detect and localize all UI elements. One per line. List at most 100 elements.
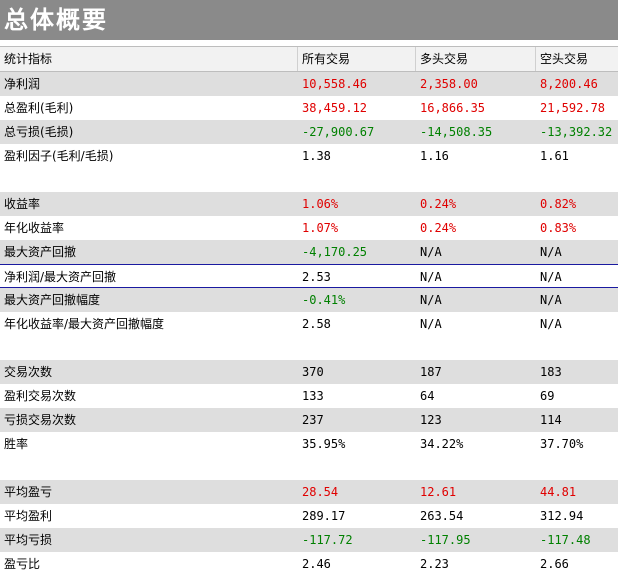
row-value-short: 21,592.78	[540, 101, 606, 115]
row-value-all: 35.95%	[302, 437, 346, 451]
row-label	[0, 336, 298, 360]
row-value-all	[298, 168, 416, 192]
row-value-short: N/A	[540, 293, 562, 307]
row-label: 亏损交易次数	[4, 413, 77, 427]
row-value-short	[536, 336, 618, 360]
table-row[interactable]: 胜率 35.95% 34.22% 37.70%	[0, 432, 618, 456]
table-row[interactable]: 平均盈利 289.17 263.54 312.94	[0, 504, 618, 528]
row-value-short	[536, 456, 618, 480]
row-value-short: -117.48	[540, 533, 591, 547]
row-label: 交易次数	[4, 365, 53, 379]
row-value-all: 10,558.46	[302, 77, 368, 91]
row-label: 盈亏比	[4, 557, 41, 571]
row-label: 平均盈利	[4, 509, 53, 523]
row-value-short	[536, 168, 618, 192]
row-value-long	[416, 456, 536, 480]
row-value-long: 263.54	[420, 509, 464, 523]
row-value-long: N/A	[420, 317, 442, 331]
row-value-all: -27,900.67	[302, 125, 375, 139]
table-header: 统计指标 所有交易 多头交易 空头交易	[0, 46, 618, 72]
row-value-long: -117.95	[420, 533, 471, 547]
row-value-all	[298, 456, 416, 480]
row-value-all: 237	[302, 413, 324, 427]
table-row[interactable]: 盈利因子(毛利/毛损) 1.38 1.16 1.61	[0, 144, 618, 168]
row-value-all: 2.58	[302, 317, 331, 331]
row-value-long: 0.24%	[420, 197, 457, 211]
row-value-all	[298, 336, 416, 360]
row-value-long: -14,508.35	[420, 125, 493, 139]
row-value-all: -4,170.25	[302, 245, 368, 259]
table-row[interactable]: 交易次数 370 187 183	[0, 360, 618, 384]
row-label: 年化收益率	[4, 221, 65, 235]
row-value-short: -13,392.32	[540, 125, 613, 139]
row-label: 总亏损(毛损)	[4, 125, 74, 139]
table-row[interactable]: 平均盈亏 28.54 12.61 44.81	[0, 480, 618, 504]
row-value-long: 12.61	[420, 485, 457, 499]
row-value-all: 1.06%	[302, 197, 339, 211]
row-value-short: 114	[540, 413, 562, 427]
row-value-long: 123	[420, 413, 442, 427]
table-row[interactable]: 盈利交易次数 133 64 69	[0, 384, 618, 408]
row-label: 最大资产回撤幅度	[4, 293, 101, 307]
row-label: 净利润/最大资产回撤	[4, 270, 117, 284]
table-row[interactable]: 平均亏损 -117.72 -117.95 -117.48	[0, 528, 618, 552]
row-value-all: 289.17	[302, 509, 346, 523]
row-value-long: 0.24%	[420, 221, 457, 235]
row-label: 年化收益率/最大资产回撤幅度	[4, 317, 165, 331]
row-value-all: 1.38	[302, 149, 331, 163]
row-value-all: -117.72	[302, 533, 353, 547]
row-value-all: 2.53	[302, 270, 331, 284]
row-value-long: 187	[420, 365, 442, 379]
row-value-all: 2.46	[302, 557, 331, 571]
row-value-all: 133	[302, 389, 324, 403]
header-short-trades[interactable]: 空头交易	[536, 47, 618, 71]
row-value-long: N/A	[420, 293, 442, 307]
row-value-long: N/A	[420, 245, 442, 259]
table-row[interactable]: 亏损交易次数 237 123 114	[0, 408, 618, 432]
row-value-short: 44.81	[540, 485, 577, 499]
row-label: 平均亏损	[4, 533, 53, 547]
row-label: 净利润	[4, 77, 41, 91]
row-label: 盈利因子(毛利/毛损)	[4, 149, 114, 163]
table-row[interactable]: 总盈利(毛利) 38,459.12 16,866.35 21,592.78	[0, 96, 618, 120]
row-label	[0, 456, 298, 480]
table-row[interactable]	[0, 168, 618, 192]
row-value-short: 183	[540, 365, 562, 379]
row-label: 胜率	[4, 437, 29, 451]
row-value-long: 2,358.00	[420, 77, 478, 91]
table-row[interactable]: 净利润/最大资产回撤 2.53 N/A N/A	[0, 264, 618, 288]
table-row[interactable]	[0, 456, 618, 480]
header-metric[interactable]: 统计指标	[0, 47, 298, 71]
row-label	[0, 168, 298, 192]
row-value-short: 2.66	[540, 557, 569, 571]
row-value-short: 312.94	[540, 509, 584, 523]
row-value-short: N/A	[540, 245, 562, 259]
row-value-all: 38,459.12	[302, 101, 368, 115]
row-value-long: 64	[420, 389, 435, 403]
row-value-short: 37.70%	[540, 437, 584, 451]
row-value-short: 69	[540, 389, 555, 403]
header-all-trades[interactable]: 所有交易	[298, 47, 416, 71]
row-label: 最大资产回撤	[4, 245, 77, 259]
row-value-long: 2.23	[420, 557, 449, 571]
table-row[interactable]: 盈亏比 2.46 2.23 2.66	[0, 552, 618, 576]
table-row[interactable]: 收益率 1.06% 0.24% 0.82%	[0, 192, 618, 216]
table-row[interactable]: 总亏损(毛损) -27,900.67 -14,508.35 -13,392.32	[0, 120, 618, 144]
row-value-long	[416, 336, 536, 360]
table-row[interactable]: 年化收益率/最大资产回撤幅度 2.58 N/A N/A	[0, 312, 618, 336]
table-row[interactable]	[0, 336, 618, 360]
table-row[interactable]: 最大资产回撤幅度 -0.41% N/A N/A	[0, 288, 618, 312]
row-value-short: 0.82%	[540, 197, 577, 211]
row-value-all: 28.54	[302, 485, 339, 499]
row-value-short: N/A	[540, 317, 562, 331]
row-value-all: 370	[302, 365, 324, 379]
header-long-trades[interactable]: 多头交易	[416, 47, 536, 71]
row-label: 总盈利(毛利)	[4, 101, 74, 115]
page-title: 总体概要	[0, 0, 618, 40]
table-row[interactable]: 年化收益率 1.07% 0.24% 0.83%	[0, 216, 618, 240]
row-value-long: 16,866.35	[420, 101, 486, 115]
summary-table: 净利润 10,558.46 2,358.00 8,200.46 总盈利(毛利) 38,45…	[0, 72, 618, 576]
row-label: 收益率	[4, 197, 41, 211]
table-row[interactable]: 最大资产回撤 -4,170.25 N/A N/A	[0, 240, 618, 264]
table-row[interactable]: 净利润 10,558.46 2,358.00 8,200.46	[0, 72, 618, 96]
